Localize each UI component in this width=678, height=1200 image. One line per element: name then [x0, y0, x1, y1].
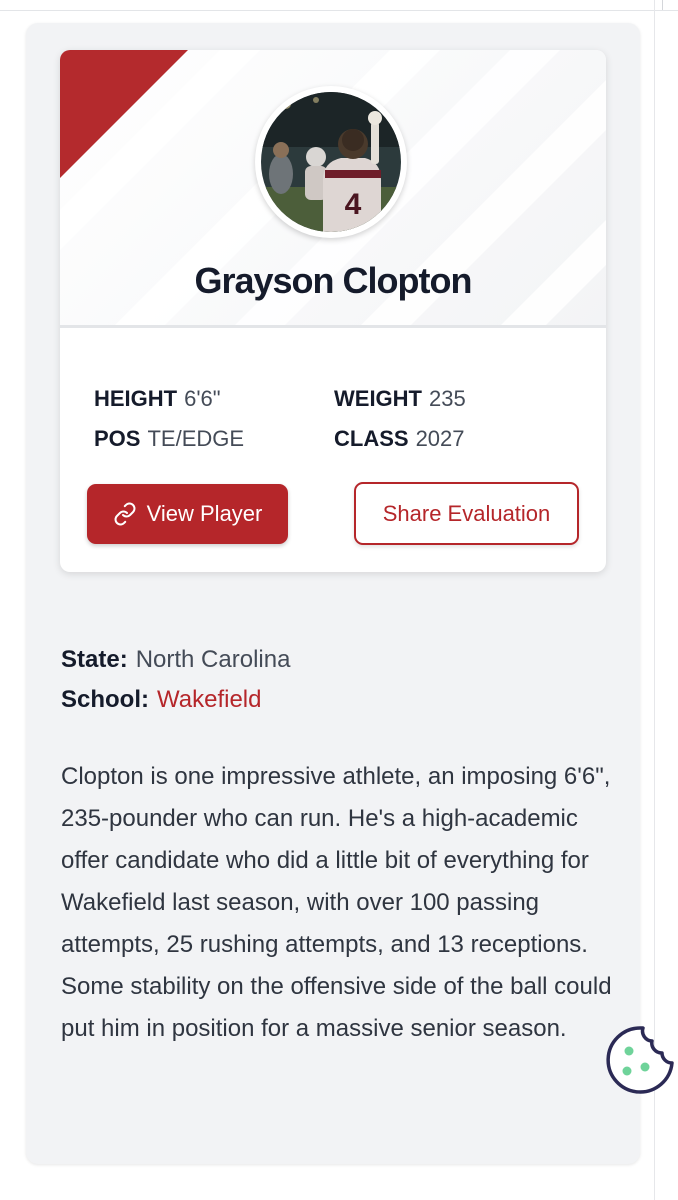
- stat-class: CLASS 2027: [334, 426, 465, 452]
- stat-weight: WEIGHT 235: [334, 386, 466, 412]
- stat-position-value: TE/EDGE: [147, 426, 245, 451]
- stat-position-label: POS: [94, 426, 141, 451]
- stat-class-value: 2027: [415, 426, 465, 451]
- cookie-settings-button[interactable]: [605, 1025, 675, 1095]
- share-evaluation-button[interactable]: Share Evaluation: [354, 482, 579, 545]
- share-evaluation-label: Share Evaluation: [382, 500, 551, 526]
- player-avatar: 4: [255, 86, 407, 238]
- school-label: School:: [61, 686, 149, 713]
- school-line: School: Wakefield: [61, 686, 261, 714]
- player-card-header: 4 Grayson Clopton: [60, 50, 606, 325]
- view-player-button[interactable]: View Player: [87, 484, 288, 544]
- link-icon: [113, 502, 137, 526]
- state-value: North Carolina: [135, 646, 291, 673]
- stat-class-label: CLASS: [334, 426, 409, 451]
- state-label: State:: [61, 646, 128, 673]
- view-player-label: View Player: [146, 501, 263, 526]
- stat-position: POS TE/EDGE: [94, 426, 244, 452]
- player-name: Grayson Clopton: [194, 260, 472, 301]
- stat-weight-label: WEIGHT: [334, 386, 422, 411]
- cookie-icon: [606, 1026, 674, 1094]
- stat-height: HEIGHT 6'6": [94, 386, 221, 412]
- scrollbar-edge: [662, 0, 663, 10]
- evaluation-description: Clopton is one impressive athlete, an im…: [61, 763, 612, 1042]
- scrollbar[interactable]: [654, 0, 655, 1200]
- state-line: State: North Carolina: [61, 646, 290, 674]
- header-divider: [60, 325, 606, 328]
- svg-text:4: 4: [345, 188, 362, 221]
- stat-height-value: 6'6": [184, 386, 221, 411]
- stat-weight-value: 235: [429, 386, 466, 411]
- stat-height-label: HEIGHT: [94, 386, 178, 411]
- player-photo: 4: [261, 92, 401, 232]
- top-bar: [0, 0, 678, 11]
- school-link[interactable]: Wakefield: [157, 686, 261, 713]
- player-card: 4 Grayson Clopton HEIGHT 6'6" WEIGHT 235 P…: [60, 50, 606, 572]
